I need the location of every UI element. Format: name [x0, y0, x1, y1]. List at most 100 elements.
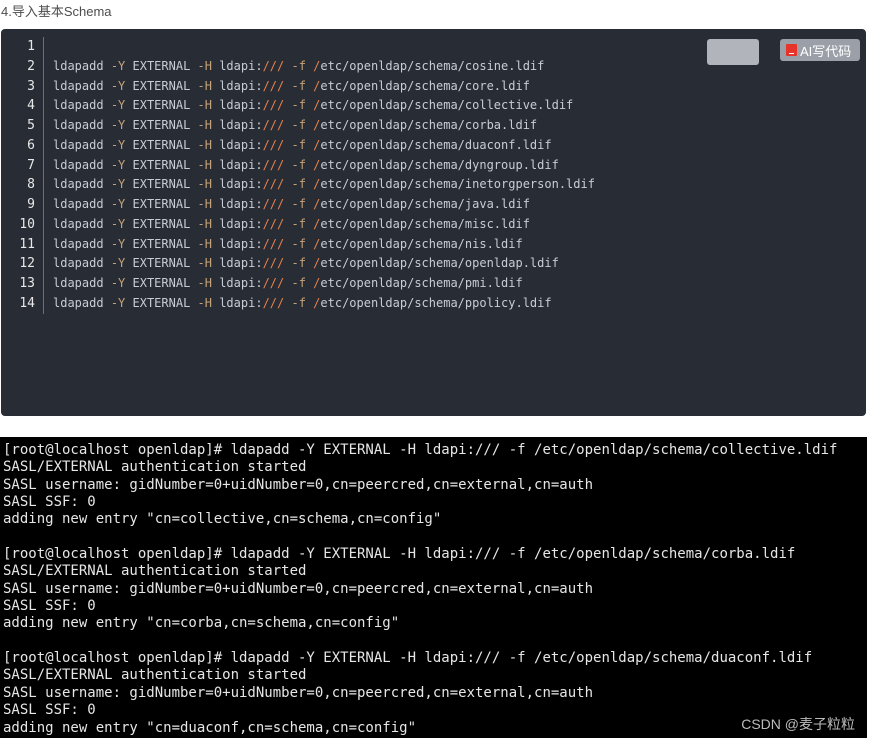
- line-number: 6: [27, 137, 35, 153]
- code-flag: -H: [197, 197, 212, 211]
- terminal-line: [root@localhost openldap]# ldapadd -Y EX…: [3, 442, 838, 458]
- code-token: ldapadd: [53, 256, 104, 271]
- code-flag: -Y: [110, 197, 126, 211]
- code-token: ldapadd: [53, 78, 104, 93]
- code-token: EXTERNAL: [125, 78, 191, 93]
- section-heading: 4.导入基本Schema: [1, 4, 112, 19]
- code-flag: -Y: [110, 98, 126, 113]
- code-flag: -f: [291, 157, 306, 172]
- code-token: ldapadd: [53, 98, 104, 113]
- code-token: etc/openldap/schema/openldap.ldif: [320, 256, 559, 271]
- code-token: ldapadd: [53, 137, 104, 152]
- terminal-line: SASL SSF: 0: [3, 702, 96, 719]
- code-punct: ///: [262, 78, 285, 93]
- code-flag: -f: [291, 98, 306, 113]
- line-number: 1: [27, 39, 35, 54]
- code-flag: -Y: [110, 295, 126, 310]
- code-line: ldapadd -Y EXTERNAL -H ldapi:/// -f /etc…: [53, 274, 595, 294]
- code-line: ldapadd -Y EXTERNAL -H ldapi:/// -f /etc…: [53, 235, 595, 255]
- code-punct: ///: [262, 295, 285, 310]
- terminal-line: adding new entry "cn=collective,cn=schem…: [3, 511, 442, 528]
- code-token: ldapi:: [211, 98, 263, 113]
- code-token: ldapi:: [211, 236, 263, 251]
- code-token: etc/openldap/schema/duaconf.ldif: [320, 137, 552, 152]
- ai-logo-icon: [786, 44, 797, 56]
- code-flag: -f: [291, 295, 306, 310]
- code-lines[interactable]: ldapadd -Y EXTERNAL -H ldapi:/// -f /etc…: [53, 37, 595, 314]
- code-flag: -H: [197, 276, 212, 290]
- code-token: etc/openldap/schema/pmi.ldif: [320, 276, 523, 290]
- code-token: ldapi:: [211, 157, 263, 172]
- code-token: EXTERNAL: [125, 295, 191, 310]
- line-number: 10: [19, 216, 35, 232]
- code-token: ldapi:: [211, 216, 263, 231]
- code-token: ldapadd: [53, 236, 104, 251]
- code-token: ldapadd: [53, 295, 104, 310]
- code-punct: ///: [262, 118, 285, 132]
- code-token: etc/openldap/schema/cosine.ldif: [320, 58, 545, 73]
- code-line: ldapadd -Y EXTERNAL -H ldapi:/// -f /etc…: [53, 57, 595, 77]
- line-number: 4: [27, 98, 35, 114]
- line-number: 11: [19, 236, 35, 252]
- code-line: ldapadd -Y EXTERNAL -H ldapi:/// -f /etc…: [53, 175, 595, 195]
- code-token: ldapadd: [53, 118, 104, 132]
- code-token: EXTERNAL: [125, 137, 191, 152]
- code-flag: -f: [291, 177, 306, 192]
- code-line: ldapadd -Y EXTERNAL -H ldapi:/// -f /etc…: [53, 195, 595, 215]
- code-token: EXTERNAL: [125, 58, 191, 73]
- code-flag: -Y: [110, 177, 126, 192]
- code-token: EXTERNAL: [125, 197, 191, 211]
- code-token: ldapadd: [53, 157, 104, 172]
- copy-button[interactable]: [707, 39, 759, 65]
- code-flag: -f: [291, 236, 306, 251]
- terminal-line: SASL username: gidNumber=0+uidNumber=0,c…: [3, 476, 594, 493]
- code-flag: -Y: [110, 157, 126, 172]
- code-token: ldapi:: [211, 137, 263, 152]
- terminal-line: SASL/EXTERNAL authentication started: [3, 459, 307, 476]
- line-number: 2: [27, 58, 35, 74]
- code-punct: ///: [262, 157, 285, 172]
- code-line: ldapadd -Y EXTERNAL -H ldapi:/// -f /etc…: [53, 215, 595, 235]
- code-line: ldapadd -Y EXTERNAL -H ldapi:/// -f /etc…: [53, 96, 595, 116]
- code-flag: -H: [197, 118, 212, 132]
- line-number: 12: [19, 256, 35, 272]
- line-number: 7: [27, 157, 35, 173]
- code-token: ldapadd: [53, 197, 104, 211]
- code-token: ldapi:: [211, 118, 263, 132]
- code-punct: ///: [262, 98, 285, 113]
- line-number: 5: [27, 118, 35, 133]
- code-token: etc/openldap/schema/ppolicy.ldif: [320, 295, 552, 310]
- code-flag: -f: [291, 197, 306, 211]
- code-token: ldapadd: [53, 276, 104, 290]
- line-number: 14: [19, 295, 35, 311]
- line-number: 8: [27, 177, 35, 193]
- code-flag: -H: [197, 98, 212, 113]
- code-token: EXTERNAL: [125, 98, 191, 113]
- code-flag: -H: [197, 78, 212, 93]
- terminal-screenshot: [root@localhost openldap]# ldapadd -Y EX…: [0, 437, 867, 738]
- code-token: etc/openldap/schema/nis.ldif: [320, 236, 523, 251]
- ai-write-code-button[interactable]: AI写代码: [780, 39, 860, 61]
- code-punct: ///: [262, 256, 285, 271]
- code-punct: ///: [262, 137, 285, 152]
- code-token: ldapi:: [211, 276, 263, 290]
